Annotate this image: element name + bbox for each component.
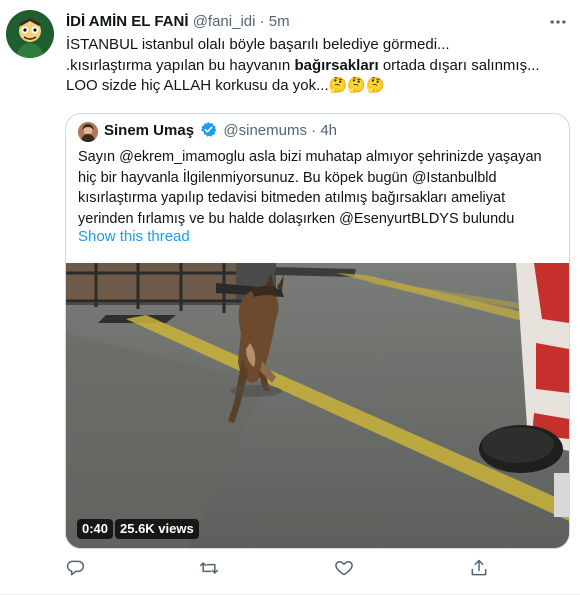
author-name[interactable]: İDİ AMİN EL FANİ (66, 13, 189, 30)
tweet-text-segment: LOO sizde hiç ALLAH korkusu da yok... (66, 77, 329, 94)
tweet-text-line: İSTANBUL istanbul olalı böyle başarılı b… (66, 36, 450, 53)
quoted-author-name: Sinem Umaş (104, 122, 195, 139)
reply-icon[interactable] (65, 558, 87, 580)
quoted-text-line: hiç bir hayvanla İlgilenmiyorsunuz. Bu k… (78, 169, 497, 186)
header-separator: · (259, 13, 265, 30)
quoted-text-line: Sayın @ekrem_imamoglu asla bizi muhatap … (78, 149, 542, 165)
quoted-header-separator: · (311, 122, 317, 139)
author-handle[interactable]: @fani_idi (193, 13, 256, 30)
quoted-tweet-text: Sayın @ekrem_imamoglu asla bizi muhatap … (78, 147, 558, 229)
quoted-text-line: kısırlaştırma yapılıp tedavisi bitmeden … (78, 190, 506, 206)
quoted-tweet-timestamp: 4h (320, 122, 337, 139)
tweet-text-segment: .kısırlaştırma yapılan bu hayvanın (66, 56, 295, 74)
heart-icon[interactable] (334, 558, 356, 580)
quoted-tweet-header: Sinem Umaş @sinemums · 4h (104, 121, 337, 141)
more-horizontal-icon[interactable] (548, 12, 568, 32)
tweet-header: İDİ AMİN EL FANİ @fani_idi · 5m (66, 12, 290, 32)
tweet-text: İSTANBUL istanbul olalı böyle başarılı b… (66, 35, 566, 97)
thinking-emoji: 🤔🤔🤔 (328, 77, 385, 94)
show-thread-link[interactable]: Show this thread (78, 228, 190, 245)
quoted-author-handle: @sinemums (223, 122, 307, 139)
tweet-timestamp[interactable]: 5m (269, 13, 290, 30)
quoted-tweet[interactable]: Sinem Umaş @sinemums · 4h Sayın @ekrem_i… (65, 113, 570, 549)
video-player[interactable]: 0:40 25.6K views (66, 263, 569, 548)
video-duration-badge: 0:40 (77, 519, 114, 539)
quoted-author-avatar (78, 122, 98, 142)
tweet-text-line: .kısırlaştırma yapılan bu hayvanın bağır… (66, 56, 566, 77)
tweet-text-bold: bağırsakları (294, 56, 379, 74)
tweet-action-bar (0, 558, 580, 582)
verified-badge-icon (200, 121, 217, 138)
share-icon[interactable] (469, 558, 491, 580)
quoted-text-line: yerinden fırlamış ve bu halde dolaşırken… (78, 210, 515, 227)
retweet-icon[interactable] (199, 558, 221, 580)
video-views-badge: 25.6K views (115, 519, 199, 539)
video-frame (66, 263, 569, 548)
tweet-text-segment: ortada dışarı salınmış... (378, 56, 540, 74)
tweet-text-line: LOO sizde hiç ALLAH korkusu da yok...🤔🤔🤔 (66, 76, 566, 97)
author-avatar[interactable] (6, 10, 54, 58)
